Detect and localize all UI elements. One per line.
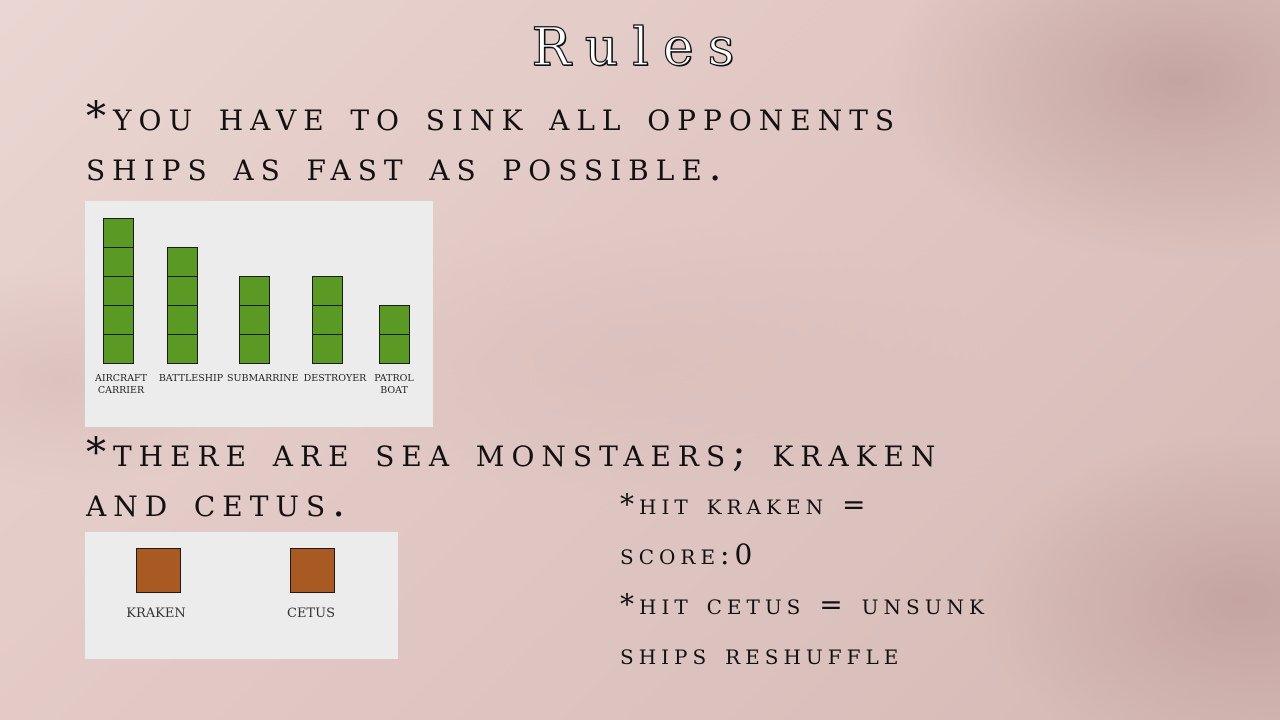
ship-cell [239,334,270,364]
ship-cell [312,305,343,335]
ship-label-aircraft-carrier: AIRCRAFT CARRIER [93,373,149,397]
ship-label-submarine: SUBMARRINE [227,373,299,385]
ship-cell [103,276,134,306]
ship-label-line: DESTROYER [303,373,367,384]
ship-label-line: AIRCRAFT [95,373,147,384]
ship-cell [103,305,134,335]
ship-cell [239,305,270,335]
rule-sink-ships-line2: ships as fast as possible. [86,144,729,190]
ship-patrol-boat [379,305,410,364]
ship-submarine [239,276,270,364]
ship-cell [103,218,134,248]
ship-label-line: SUBMARRINE [227,373,299,384]
ship-label-patrol-boat: PATROL BOAT [368,373,420,397]
hit-kraken-line1: *Hit Kraken = [620,488,871,521]
ship-label-destroyer: DESTROYER [302,373,368,385]
monster-label-kraken: KRAKEN [126,606,186,621]
ship-label-battleship: BATTLESHIP [157,373,225,385]
slide-title: Rules [531,17,749,78]
ship-battleship [167,247,198,364]
ships-diagram: AIRCRAFT CARRIER BATTLESHIP SUBMARRINE D… [85,201,433,427]
ship-cell [379,305,410,335]
ship-label-line: PATROL [374,373,414,384]
ship-cell [167,276,198,306]
rule-sink-ships: *You have to sink all opponents ships as… [86,92,1046,192]
ship-label-line: CARRIER [97,385,145,396]
hit-cetus-line1: *Hit Cetus = Unsunk [620,588,989,621]
ship-cell [239,276,270,306]
monster-label-cetus: CETUS [287,606,335,621]
ship-cell [312,334,343,364]
kraken-square [136,548,181,593]
rule-sea-monsters-line1: *There are sea monstaers; Kraken [86,430,943,476]
hit-effects: *Hit Kraken = score:0 *Hit Cetus = Unsun… [620,480,1080,680]
ship-label-line: BATTLESHIP [158,373,224,384]
ship-cell [167,247,198,277]
ship-cell [167,334,198,364]
ship-destroyer [312,276,343,364]
ship-cell [167,305,198,335]
hit-cetus-line2: ships reshuffle [620,638,904,671]
ship-cell [103,334,134,364]
monsters-diagram: KRAKEN CETUS [85,532,398,659]
ship-label-line: BOAT [380,385,408,396]
rule-sink-ships-line1: *You have to sink all opponents [86,94,902,140]
ship-cell [312,276,343,306]
cetus-square [290,548,335,593]
ship-aircraft-carrier [103,218,134,364]
ship-cell [103,247,134,277]
ship-cell [379,334,410,364]
hit-kraken-line2: score:0 [620,538,758,571]
